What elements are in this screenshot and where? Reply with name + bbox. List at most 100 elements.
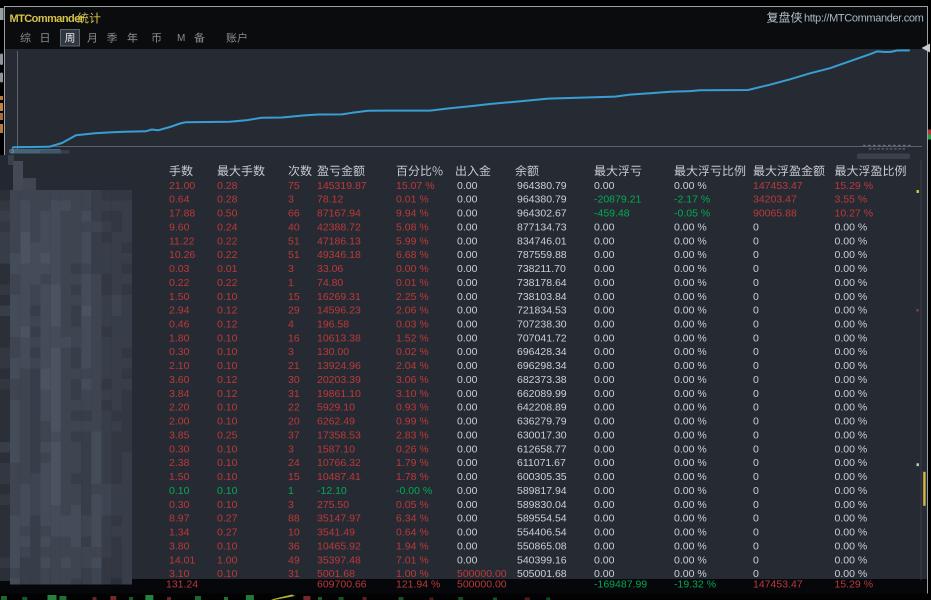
svg-text:0.00: 0.00 bbox=[594, 360, 615, 372]
svg-text:21.00: 21.00 bbox=[169, 180, 195, 192]
svg-text:10613.38: 10613.38 bbox=[317, 332, 361, 344]
svg-text:0: 0 bbox=[753, 277, 759, 289]
svg-text:540399.16: 540399.16 bbox=[517, 554, 567, 566]
svg-text:51: 51 bbox=[288, 235, 300, 247]
svg-text:1: 1 bbox=[288, 277, 294, 289]
svg-text:0.12: 0.12 bbox=[217, 388, 238, 400]
svg-text:49346.18: 49346.18 bbox=[317, 249, 361, 261]
svg-text:0.00 %: 0.00 % bbox=[674, 471, 707, 483]
svg-text:0.00: 0.00 bbox=[457, 540, 478, 552]
svg-text:0.00: 0.00 bbox=[457, 388, 478, 400]
svg-text:0.00 %: 0.00 % bbox=[674, 235, 707, 247]
svg-text:3.06 %: 3.06 % bbox=[396, 374, 429, 386]
svg-text:0.00 %: 0.00 % bbox=[835, 263, 868, 275]
svg-text:0.10: 0.10 bbox=[217, 457, 238, 469]
svg-text:4: 4 bbox=[288, 319, 294, 331]
svg-text:10.26: 10.26 bbox=[169, 249, 195, 261]
svg-text:0.22: 0.22 bbox=[169, 277, 190, 289]
svg-text:0.01 %: 0.01 % bbox=[396, 277, 429, 289]
svg-text:0.00 %: 0.00 % bbox=[835, 471, 868, 483]
svg-text:0.00: 0.00 bbox=[594, 416, 615, 428]
svg-text:1: 1 bbox=[288, 485, 294, 497]
svg-text:0.00 %: 0.00 % bbox=[674, 346, 707, 358]
svg-text:612658.77: 612658.77 bbox=[517, 443, 567, 455]
svg-text:0.00: 0.00 bbox=[594, 388, 615, 400]
svg-text:0.24: 0.24 bbox=[217, 221, 238, 233]
svg-text:10766.32: 10766.32 bbox=[317, 457, 361, 469]
svg-text:29: 29 bbox=[288, 305, 300, 317]
svg-text:42388.72: 42388.72 bbox=[317, 221, 361, 233]
svg-text:2.25 %: 2.25 % bbox=[396, 291, 429, 303]
svg-text:0.00 %: 0.00 % bbox=[835, 277, 868, 289]
svg-text:589830.04: 589830.04 bbox=[517, 499, 567, 511]
svg-text:6.68 %: 6.68 % bbox=[396, 249, 429, 261]
svg-text:589554.54: 589554.54 bbox=[517, 513, 567, 525]
svg-text:721834.53: 721834.53 bbox=[517, 305, 567, 317]
svg-text:0.00 %: 0.00 % bbox=[835, 443, 868, 455]
svg-text:642208.89: 642208.89 bbox=[517, 402, 567, 414]
svg-text:0.00: 0.00 bbox=[457, 249, 478, 261]
svg-text:0.12: 0.12 bbox=[217, 374, 238, 386]
svg-text:22: 22 bbox=[288, 402, 300, 414]
svg-text:3: 3 bbox=[288, 443, 294, 455]
svg-text:0.00 %: 0.00 % bbox=[674, 374, 707, 386]
svg-text:2.38: 2.38 bbox=[169, 457, 190, 469]
svg-text:0.00 %: 0.00 % bbox=[835, 457, 868, 469]
svg-text:13924.96: 13924.96 bbox=[317, 360, 361, 372]
svg-text:275.50: 275.50 bbox=[317, 499, 349, 511]
svg-text:14596.23: 14596.23 bbox=[317, 305, 361, 317]
svg-text:51: 51 bbox=[288, 249, 300, 261]
svg-text:0: 0 bbox=[753, 263, 759, 275]
svg-text:10: 10 bbox=[288, 527, 300, 539]
svg-text:0: 0 bbox=[753, 485, 759, 497]
svg-text:0.01: 0.01 bbox=[217, 263, 238, 275]
svg-text:0.00 %: 0.00 % bbox=[674, 277, 707, 289]
svg-text:66: 66 bbox=[288, 208, 300, 220]
svg-text:0.00: 0.00 bbox=[457, 319, 478, 331]
svg-text:-20879.21: -20879.21 bbox=[594, 194, 641, 206]
svg-text:0.00: 0.00 bbox=[457, 513, 478, 525]
svg-text:0: 0 bbox=[753, 554, 759, 566]
svg-text:0.00 %: 0.00 % bbox=[835, 291, 868, 303]
svg-text:0.00: 0.00 bbox=[457, 416, 478, 428]
svg-text:0.10: 0.10 bbox=[217, 485, 238, 497]
svg-text:3: 3 bbox=[288, 263, 294, 275]
svg-text:0.22: 0.22 bbox=[217, 249, 238, 261]
svg-text:1587.10: 1587.10 bbox=[317, 443, 355, 455]
svg-text:1.52 %: 1.52 % bbox=[396, 332, 429, 344]
svg-text:0.00: 0.00 bbox=[457, 194, 478, 206]
svg-text:0.26 %: 0.26 % bbox=[396, 443, 429, 455]
svg-text:630017.30: 630017.30 bbox=[517, 430, 567, 442]
svg-text:0: 0 bbox=[753, 332, 759, 344]
svg-text:0.12: 0.12 bbox=[217, 305, 238, 317]
svg-text:0.10: 0.10 bbox=[217, 568, 238, 580]
svg-text:0.00 %: 0.00 % bbox=[674, 388, 707, 400]
svg-text:0: 0 bbox=[753, 305, 759, 317]
svg-text:36: 36 bbox=[288, 540, 300, 552]
svg-text:0: 0 bbox=[753, 499, 759, 511]
svg-text:3.60: 3.60 bbox=[169, 374, 190, 386]
svg-text:0.00: 0.00 bbox=[457, 346, 478, 358]
svg-text:14.01: 14.01 bbox=[169, 554, 195, 566]
svg-text:MTCommander: MTCommander bbox=[10, 13, 85, 25]
svg-text:0.50: 0.50 bbox=[217, 208, 238, 220]
svg-text:662089.99: 662089.99 bbox=[517, 388, 567, 400]
svg-text:0.00 %: 0.00 % bbox=[674, 430, 707, 442]
svg-text:0.00: 0.00 bbox=[457, 305, 478, 317]
svg-text:0.00: 0.00 bbox=[594, 513, 615, 525]
svg-text:0.00: 0.00 bbox=[457, 277, 478, 289]
svg-text:964380.79: 964380.79 bbox=[517, 194, 567, 206]
svg-text:738103.84: 738103.84 bbox=[517, 291, 567, 303]
svg-text:130.00: 130.00 bbox=[317, 346, 349, 358]
svg-text:500000.00: 500000.00 bbox=[457, 579, 507, 591]
svg-text:0.00: 0.00 bbox=[594, 527, 615, 539]
svg-text:0.03 %: 0.03 % bbox=[396, 319, 429, 331]
svg-text:35147.97: 35147.97 bbox=[317, 513, 361, 525]
svg-text:0.00: 0.00 bbox=[457, 457, 478, 469]
svg-text:0.10: 0.10 bbox=[217, 471, 238, 483]
svg-text:600305.35: 600305.35 bbox=[517, 471, 567, 483]
svg-text:738211.70: 738211.70 bbox=[517, 263, 566, 275]
svg-text:0.00: 0.00 bbox=[457, 402, 478, 414]
svg-text:0.03: 0.03 bbox=[169, 263, 190, 275]
svg-text:0.00: 0.00 bbox=[594, 471, 615, 483]
